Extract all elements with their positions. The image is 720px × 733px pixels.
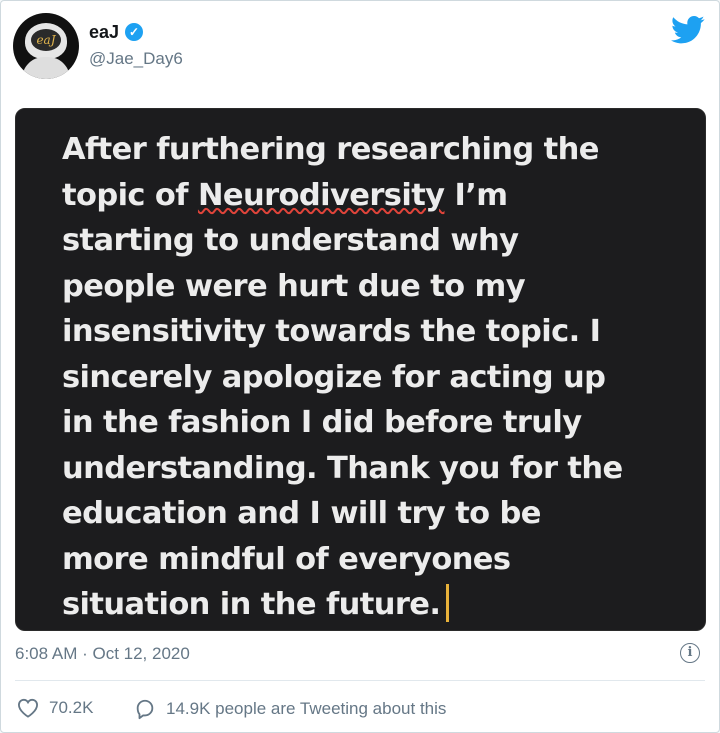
like-count: 70.2K — [49, 698, 94, 717]
text-line: sincerely apologize for acting up — [62, 359, 606, 395]
text-line: I’m — [444, 177, 508, 213]
display-name[interactable]: eaJ — [89, 22, 119, 43]
tweet-image[interactable]: After furthering researching the topic o… — [15, 108, 706, 631]
divider — [15, 680, 705, 681]
text-line: starting to understand why — [62, 223, 519, 258]
twitter-bird-icon[interactable] — [671, 15, 705, 45]
verified-check-icon: ✓ — [125, 23, 144, 41]
text-line: education and I will try to be — [62, 496, 541, 531]
tweet-card: eaJ eaJ ✓ @Jae_Day6 After furthering res… — [0, 0, 720, 733]
misspelled-word: Neurodiversity — [197, 177, 445, 213]
avatar[interactable]: eaJ — [13, 13, 79, 79]
text-line: understanding. Thank you for the — [62, 450, 623, 486]
like-button[interactable]: 70.2K — [17, 698, 93, 718]
conversation-label: 14.9K people are Tweeting about this — [166, 699, 447, 718]
text-line: more mindful of everyones — [62, 541, 511, 577]
text-line: topic of — [62, 177, 198, 213]
avatar-logo: eaJ — [31, 29, 61, 51]
text-line: After furthering researching the — [62, 132, 599, 167]
conversation-link[interactable]: 14.9K people are Tweeting about this — [134, 698, 446, 720]
text-line: situation in the future. — [62, 587, 441, 622]
text-line: people were hurt due to my — [62, 268, 526, 304]
tweet-timestamp[interactable]: 6:08 AM · Oct 12, 2020 — [15, 644, 190, 664]
text-cursor — [446, 584, 450, 622]
user-handle[interactable]: @Jae_Day6 — [89, 49, 183, 69]
tweet-image-text: After furthering researching the topic o… — [62, 127, 692, 628]
text-line: in the fashion I did before truly — [62, 405, 582, 440]
info-icon[interactable]: i — [680, 643, 700, 663]
speech-bubble-icon — [134, 698, 156, 720]
name-row: eaJ ✓ — [89, 21, 144, 43]
text-line: insensitivity towards the topic. I — [62, 314, 601, 349]
astronaut-body — [22, 57, 70, 79]
heart-icon — [17, 698, 39, 718]
